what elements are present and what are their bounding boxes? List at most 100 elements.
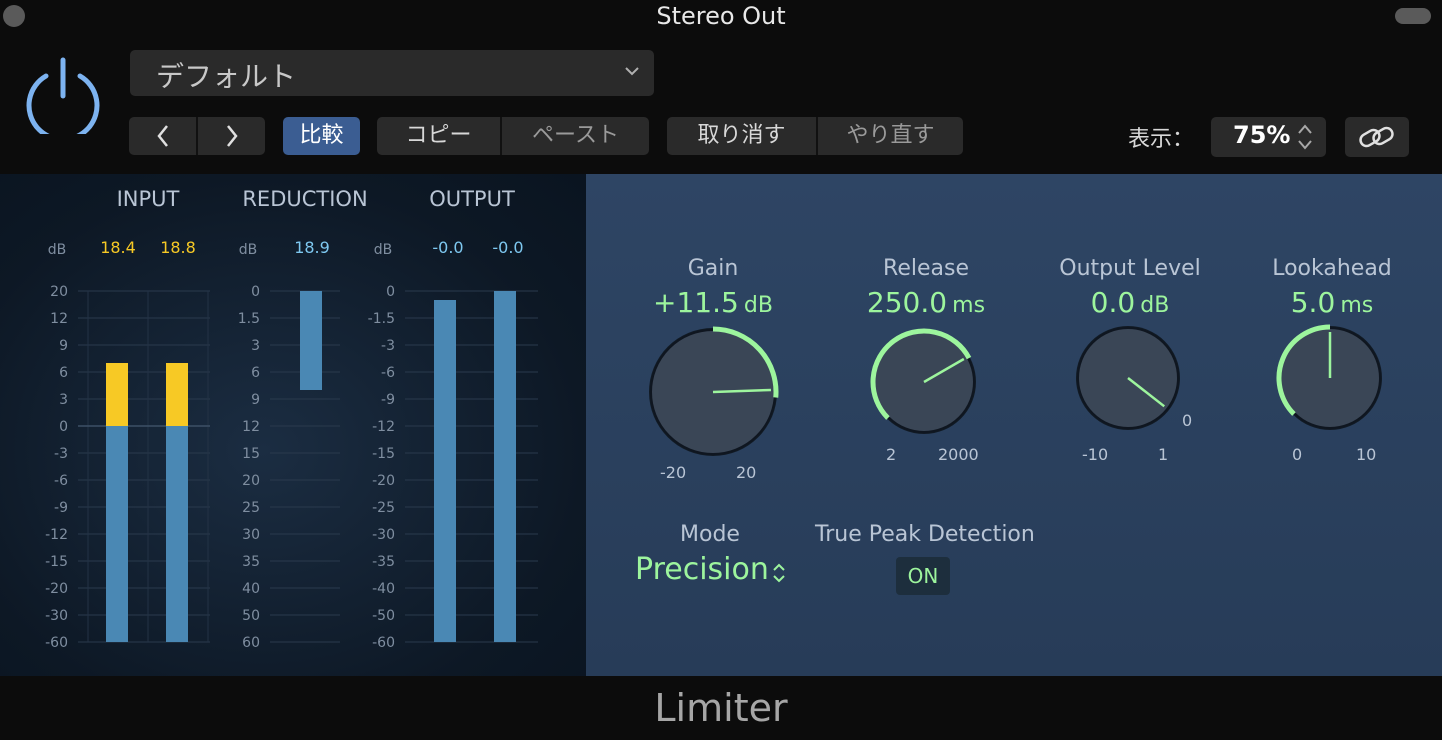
input-peak-right: 18.8 [160,238,196,257]
chevron-down-icon [625,67,639,76]
link-icon [1359,126,1394,148]
lookahead-value[interactable]: 5.0 ms [1222,286,1442,319]
output-level-zero-marker: 0 [1182,411,1193,430]
db-label: dB [239,242,258,258]
db-label: dB [374,242,393,258]
meter-scale-label: 3 [251,338,260,354]
output-peak-left: -0.0 [432,238,463,257]
meter-scale-label: -12 [45,527,68,543]
up-down-arrows-icon[interactable] [772,562,786,584]
meter-scale-label: -6 [381,365,395,381]
meter-scale-label: -20 [372,473,395,489]
meter-section-title: OUTPUT [429,187,515,211]
release-max: 2000 [938,445,979,464]
mode-select[interactable]: Precision [635,552,769,587]
meter-scale-label: -3 [381,338,395,354]
input-level-bar-right [166,426,188,642]
gain-label: Gain [687,256,739,281]
previous-preset-button[interactable] [129,117,196,155]
output-level-bar-left [434,300,456,642]
input-level-bar-left [106,426,128,642]
output-level-max: 1 [1158,445,1169,464]
meter-scale-label: 0 [59,419,68,435]
gain-min: -20 [660,463,687,482]
lookahead-label: Lookahead [1272,256,1392,281]
meter-scale-label: -15 [45,554,68,570]
paste-button[interactable]: ペースト [500,117,649,155]
output-level-min: -10 [1082,445,1109,464]
chevron-right-icon [226,125,238,147]
meter-scale-label: -20 [45,581,68,597]
meter-scale-label: 0 [386,284,395,300]
power-icon[interactable] [26,56,100,134]
meter-scale-label: 15 [242,446,260,462]
input-over-bar-left [106,363,128,426]
meter-scale-label: 30 [242,527,260,543]
meter-scale-label: -15 [372,446,395,462]
controls-panel: Gain +11.5 dB -20 20 Release 250.0 ms 2 … [586,174,1442,676]
meter-scale-label: 6 [251,365,260,381]
reduction-bar [300,291,322,390]
meter-scale-label: -35 [372,554,395,570]
zoom-value: 75% [1233,121,1291,149]
meter-section-title: REDUCTION [242,187,367,211]
meter-scale-label: 60 [242,635,260,651]
meter-scale-label: 35 [242,554,260,570]
meter-scale-label: 25 [242,500,260,516]
title-bar: Stereo Out [0,0,1442,34]
meters-panel: INPUT REDUCTION OUTPUT dB dB dB 18.4 18.8 18.9 -0… [0,174,586,676]
true-peak-toggle[interactable]: ON [896,557,950,595]
plugin-header: Stereo Out デフォルト 比較 コピー ペースト 取り消す やり直す 表… [0,0,1442,174]
meter-scale-label: -6 [54,473,68,489]
preset-select[interactable]: デフォルト [130,50,654,96]
release-value[interactable]: 250.0 ms [816,286,1036,319]
plugin-name: Limiter [654,686,788,730]
preset-label: デフォルト [156,60,297,93]
lookahead-max: 10 [1356,445,1377,464]
next-preset-button[interactable] [196,117,265,155]
meter-scale-label: -9 [54,500,68,516]
output-level-value[interactable]: 0.0 dB [1020,286,1240,319]
meter-scale-label: 6 [59,365,68,381]
meter-scale-label: 12 [50,311,68,327]
window-options-icon[interactable] [1395,8,1431,24]
output-level-label: Output Level [1059,256,1201,281]
up-down-arrows-icon [1298,124,1312,150]
gain-max: 20 [736,463,757,482]
plugin-footer: Limiter [0,676,1442,740]
link-button[interactable] [1345,117,1409,157]
meter-scale-label: 9 [251,392,260,408]
release-min: 2 [886,445,897,464]
output-level-bar-right [494,291,516,642]
chevron-left-icon [156,125,168,147]
meter-scale-label: 12 [242,419,260,435]
level-meters: INPUT REDUCTION OUTPUT dB dB dB 18.4 18.8 18.9 -0… [45,187,538,651]
meter-scale-label: -30 [45,608,68,624]
meter-scale-label: -30 [372,527,395,543]
output-level-knob[interactable] [1064,318,1194,448]
gain-value[interactable]: +11.5 dB [603,286,823,319]
true-peak-label: True Peak Detection [815,522,1035,547]
redo-button[interactable]: やり直す [816,117,963,155]
meter-scale-label: -12 [372,419,395,435]
reduction-peak: 18.9 [294,238,330,257]
meter-scale-label: -60 [45,635,68,651]
meter-scale-label: -40 [372,581,395,597]
output-peak-right: -0.0 [492,238,523,257]
release-label: Release [883,256,969,281]
view-label: 表示： [1128,127,1195,152]
lookahead-knob[interactable] [1266,318,1396,448]
compare-button[interactable]: 比較 [283,117,360,155]
gain-knob[interactable] [638,324,788,474]
meter-scale-label: -1.5 [368,311,395,327]
undo-button[interactable]: 取り消す [667,117,816,155]
release-knob[interactable] [860,322,990,452]
meter-scale-label: -25 [372,500,395,516]
meter-scale-label: 20 [242,473,260,489]
meter-section-title: INPUT [117,187,180,211]
copy-button[interactable]: コピー [377,117,500,155]
meter-scale-label: 0 [251,284,260,300]
zoom-select[interactable]: 75% [1211,117,1326,157]
meter-scale-label: 9 [59,338,68,354]
meter-scale-label: 40 [242,581,260,597]
